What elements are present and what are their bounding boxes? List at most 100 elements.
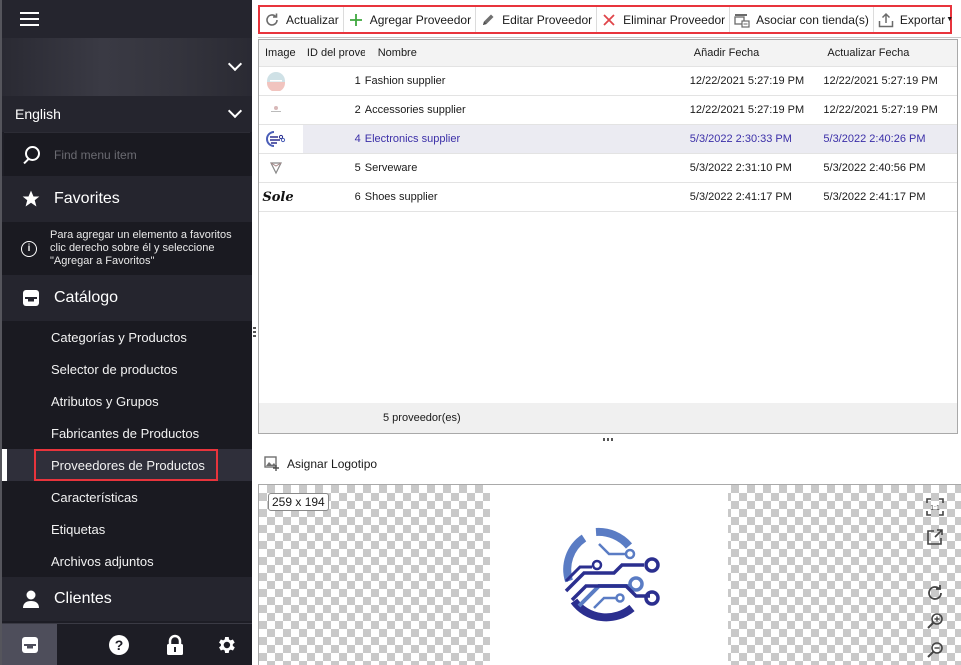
- row-added-date: 12/22/2021 5:27:19 PM: [689, 104, 805, 116]
- logo-preview: 259 x 194 1:1: [258, 484, 961, 665]
- column-header-image[interactable]: Image: [259, 47, 303, 59]
- sidebar-item-features[interactable]: Características: [2, 481, 252, 513]
- sidebar-item-label: Características: [51, 489, 138, 505]
- zoom-in-icon[interactable]: [925, 611, 945, 631]
- sole-logo: Sole: [262, 189, 294, 205]
- refresh-icon: [264, 12, 280, 28]
- sidebar-item-suppliers[interactable]: Proveedores de Productos: [2, 449, 252, 481]
- image-dimensions-badge: 259 x 194: [268, 493, 329, 511]
- svg-text:1:1: 1:1: [930, 505, 940, 512]
- hamburger-menu-icon[interactable]: [20, 12, 39, 26]
- zoom-out-icon[interactable]: [925, 640, 945, 660]
- row-name: Fashion supplier: [364, 75, 446, 87]
- sidebar-section-catalog[interactable]: Catálogo: [2, 275, 252, 321]
- row-image-cell: [259, 71, 303, 91]
- lock-icon[interactable]: [165, 624, 185, 665]
- grid-header: Image ID del prove Nombre Añadir Fecha A…: [259, 40, 957, 67]
- sidebar-item-product-selector[interactable]: Selector de productos: [2, 353, 252, 385]
- edit-supplier-button[interactable]: Editar Proveedor: [476, 7, 598, 32]
- sidebar-item-attributes-groups[interactable]: Atributos y Grupos: [2, 385, 252, 417]
- x-icon: [601, 12, 617, 28]
- refresh-button[interactable]: Actualizar: [260, 7, 344, 32]
- table-row[interactable]: Sole 6 Shoes supplier 5/3/2022 2:41:17 P…: [259, 183, 957, 212]
- sidebar-item-label: Selector de productos: [51, 361, 178, 377]
- search-icon: [22, 145, 40, 164]
- catalog-box-icon: [20, 287, 42, 309]
- plus-icon: [348, 12, 364, 28]
- serveware-logo: [265, 158, 287, 178]
- fashion-logo: [265, 71, 287, 91]
- sidebar-item-label: Etiquetas: [51, 521, 106, 537]
- app-window: English Favorites i Para agregar un elem…: [0, 0, 961, 665]
- rotate-icon[interactable]: [925, 583, 945, 603]
- column-header-updated[interactable]: Actualizar Fecha: [823, 47, 957, 59]
- delete-supplier-button[interactable]: Eliminar Proveedor: [597, 7, 731, 32]
- splitter-grip-icon[interactable]: [253, 327, 256, 337]
- gear-icon[interactable]: [215, 624, 237, 665]
- edit-supplier-label: Editar Proveedor: [502, 12, 593, 27]
- language-selector[interactable]: English: [2, 96, 252, 132]
- chevron-down-icon[interactable]: [227, 56, 243, 72]
- grid-footer: 5 proveedor(es): [259, 403, 957, 433]
- sidebar-footer: ?: [2, 623, 252, 665]
- row-image-cell: Sole: [259, 187, 303, 207]
- chevron-down-icon[interactable]: [227, 103, 243, 119]
- table-row[interactable]: 5 Serveware 5/3/2022 2:31:10 PM 5/3/2022…: [259, 154, 957, 183]
- catalog-submenu: Categorías y Productos Selector de produ…: [2, 321, 252, 577]
- assign-logo-button[interactable]: Asignar Logotipo: [264, 455, 377, 473]
- accessories-logo: [265, 100, 287, 120]
- sidebar-section-favorites[interactable]: Favorites: [2, 176, 252, 222]
- sidebar-item-label: Archivos adjuntos: [51, 553, 154, 569]
- export-label: Exportar: [899, 12, 946, 27]
- row-added-date: 5/3/2022 2:31:10 PM: [689, 162, 792, 174]
- row-updated-date: 5/3/2022 2:40:56 PM: [823, 162, 926, 174]
- menu-search: [4, 132, 250, 176]
- table-row[interactable]: 2 Accessories supplier 12/22/2021 5:27:1…: [259, 96, 957, 125]
- assign-logo-label: Asignar Logotipo: [287, 457, 378, 471]
- sidebar-item-label: Atributos y Grupos: [51, 393, 159, 409]
- sidebar-item-tags[interactable]: Etiquetas: [2, 513, 252, 545]
- electronics-logo: [563, 527, 660, 621]
- column-header-added[interactable]: Añadir Fecha: [690, 47, 824, 59]
- catalog-box-icon[interactable]: [2, 623, 57, 665]
- horizontal-splitter-grip-icon[interactable]: [603, 438, 613, 441]
- menu-search-input[interactable]: [54, 147, 244, 162]
- associate-stores-button[interactable]: Asociar con tienda(s): [730, 7, 874, 32]
- table-row[interactable]: 1 Fashion supplier 12/22/2021 5:27:19 PM…: [259, 67, 957, 96]
- export-button[interactable]: Exportar ▼: [874, 7, 957, 32]
- account-selector[interactable]: [2, 38, 252, 96]
- column-header-id[interactable]: ID del prove: [303, 47, 365, 59]
- info-icon: i: [21, 240, 37, 257]
- clients-label: Clientes: [54, 590, 112, 607]
- refresh-label: Actualizar: [286, 12, 339, 27]
- language-label: English: [15, 106, 61, 122]
- row-image-cell: [259, 158, 303, 178]
- add-supplier-label: Agregar Proveedor: [369, 12, 472, 27]
- row-added-date: 5/3/2022 2:41:17 PM: [689, 191, 792, 203]
- delete-supplier-label: Eliminar Proveedor: [623, 12, 726, 27]
- toolbar-divider: [258, 37, 961, 38]
- sidebar: English Favorites i Para agregar un elem…: [0, 0, 252, 665]
- open-external-icon[interactable]: [925, 527, 945, 547]
- sidebar-item-attachments[interactable]: Archivos adjuntos: [2, 545, 252, 577]
- svg-text:?: ?: [115, 637, 124, 653]
- sidebar-item-categories-products[interactable]: Categorías y Productos: [2, 321, 252, 353]
- table-row[interactable]: 4 Electronics supplier 5/3/2022 2:30:33 …: [259, 125, 957, 154]
- sidebar-header: [2, 0, 252, 38]
- catalog-label: Catálogo: [54, 289, 119, 306]
- associate-stores-label: Asociar con tienda(s): [756, 12, 869, 27]
- sidebar-item-label: Categorías y Productos: [51, 329, 187, 345]
- help-icon[interactable]: ?: [108, 624, 130, 665]
- sidebar-item-manufacturers[interactable]: Fabricantes de Productos: [2, 417, 252, 449]
- column-header-name[interactable]: Nombre: [365, 47, 690, 59]
- actual-size-icon[interactable]: 1:1: [925, 497, 945, 517]
- highlight-box: [34, 449, 218, 481]
- row-name: Accessories supplier: [364, 104, 466, 116]
- sidebar-section-clients[interactable]: Clientes: [2, 577, 252, 621]
- store-link-icon: [734, 12, 750, 28]
- row-image-cell: [259, 129, 303, 149]
- row-updated-date: 12/22/2021 5:27:19 PM: [823, 104, 938, 116]
- row-name: Shoes supplier: [364, 191, 438, 203]
- add-supplier-button[interactable]: Agregar Proveedor: [344, 7, 477, 32]
- export-icon: [878, 12, 894, 28]
